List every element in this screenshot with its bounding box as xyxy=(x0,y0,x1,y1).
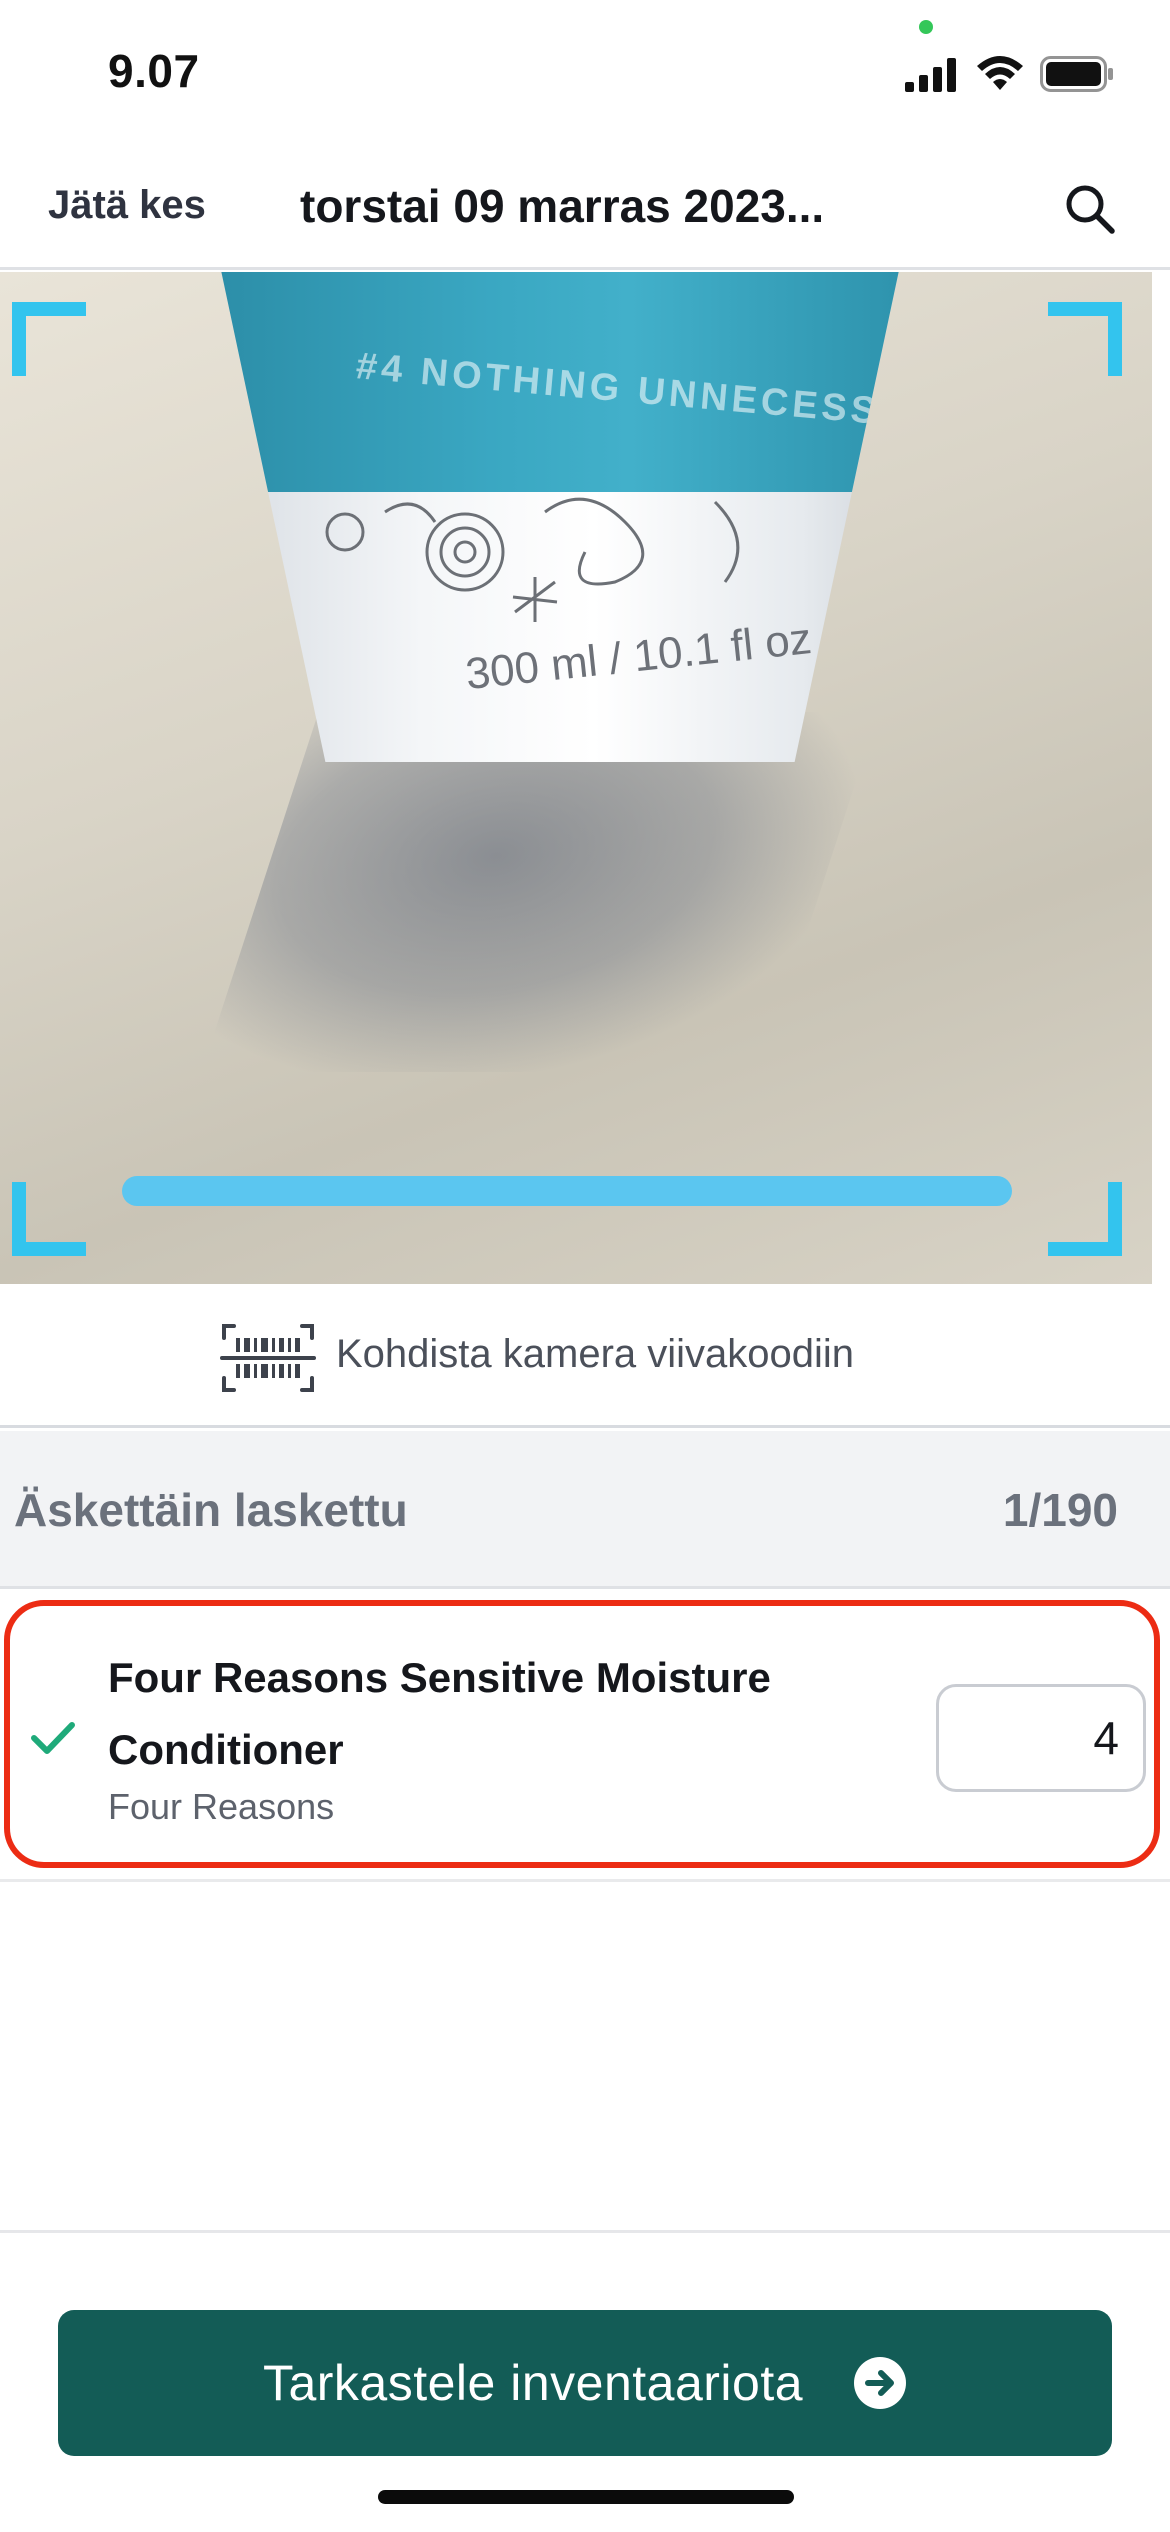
product-label-band: #4 NOTHING UNNECESSARY xyxy=(215,272,905,492)
scanner-hint-text: Kohdista kamera viivakoodiin xyxy=(336,1332,855,1376)
scan-line xyxy=(122,1176,1012,1206)
home-indicator[interactable] xyxy=(378,2490,794,2504)
battery-icon xyxy=(1040,56,1113,92)
counted-progress: 1/190 xyxy=(1002,1484,1118,1536)
scan-frame-corner-bottom-right xyxy=(1048,1182,1122,1256)
quantity-input[interactable] xyxy=(936,1684,1146,1792)
list-item[interactable]: Four Reasons Sensitive Moisture Conditio… xyxy=(0,1592,1170,1882)
check-icon xyxy=(31,1722,75,1754)
navigation-bar: Jätä kes torstai 09 marras 2023... xyxy=(0,145,1170,270)
scan-frame-corner-top-right xyxy=(1048,302,1122,376)
footer-divider xyxy=(0,2230,1170,2233)
view-inventory-button[interactable]: Tarkastele inventaariota xyxy=(58,2310,1112,2456)
page-title: torstai 09 marras 2023... xyxy=(300,180,825,232)
privacy-indicator-dot xyxy=(919,20,933,34)
item-name: Four Reasons Sensitive Moisture Conditio… xyxy=(108,1654,771,1773)
scan-frame-corner-top-left xyxy=(12,302,86,376)
view-inventory-label: Tarkastele inventaariota xyxy=(262,2355,804,2411)
camera-preview[interactable]: #4 NOTHING UNNECESSARY 300 ml / 10.1 fl … xyxy=(0,272,1152,1284)
product-image: #4 NOTHING UNNECESSARY 300 ml / 10.1 fl … xyxy=(215,272,905,762)
cellular-signal-icon xyxy=(905,58,956,92)
scanner-hint-row: Kohdista kamera viivakoodiin xyxy=(0,1284,1170,1428)
wifi-icon xyxy=(977,56,1023,90)
scan-frame-corner-bottom-left xyxy=(12,1182,86,1256)
section-title: Äskettäin laskettu xyxy=(14,1484,408,1536)
status-time: 9.07 xyxy=(108,45,200,97)
product-shadow xyxy=(201,712,879,1072)
barcode-scan-icon xyxy=(220,1324,316,1392)
search-icon[interactable] xyxy=(1062,181,1118,237)
camera-edge-strip xyxy=(1152,272,1170,1284)
product-label-text: #4 NOTHING UNNECESSARY xyxy=(354,345,973,441)
status-bar: 9.07 xyxy=(0,0,1170,145)
leave-pending-button[interactable]: Jätä kes xyxy=(48,183,208,228)
item-brand: Four Reasons xyxy=(108,1786,335,1827)
arrow-right-circle-icon xyxy=(854,2357,907,2409)
recently-counted-header: Äskettäin laskettu 1/190 xyxy=(0,1431,1170,1589)
